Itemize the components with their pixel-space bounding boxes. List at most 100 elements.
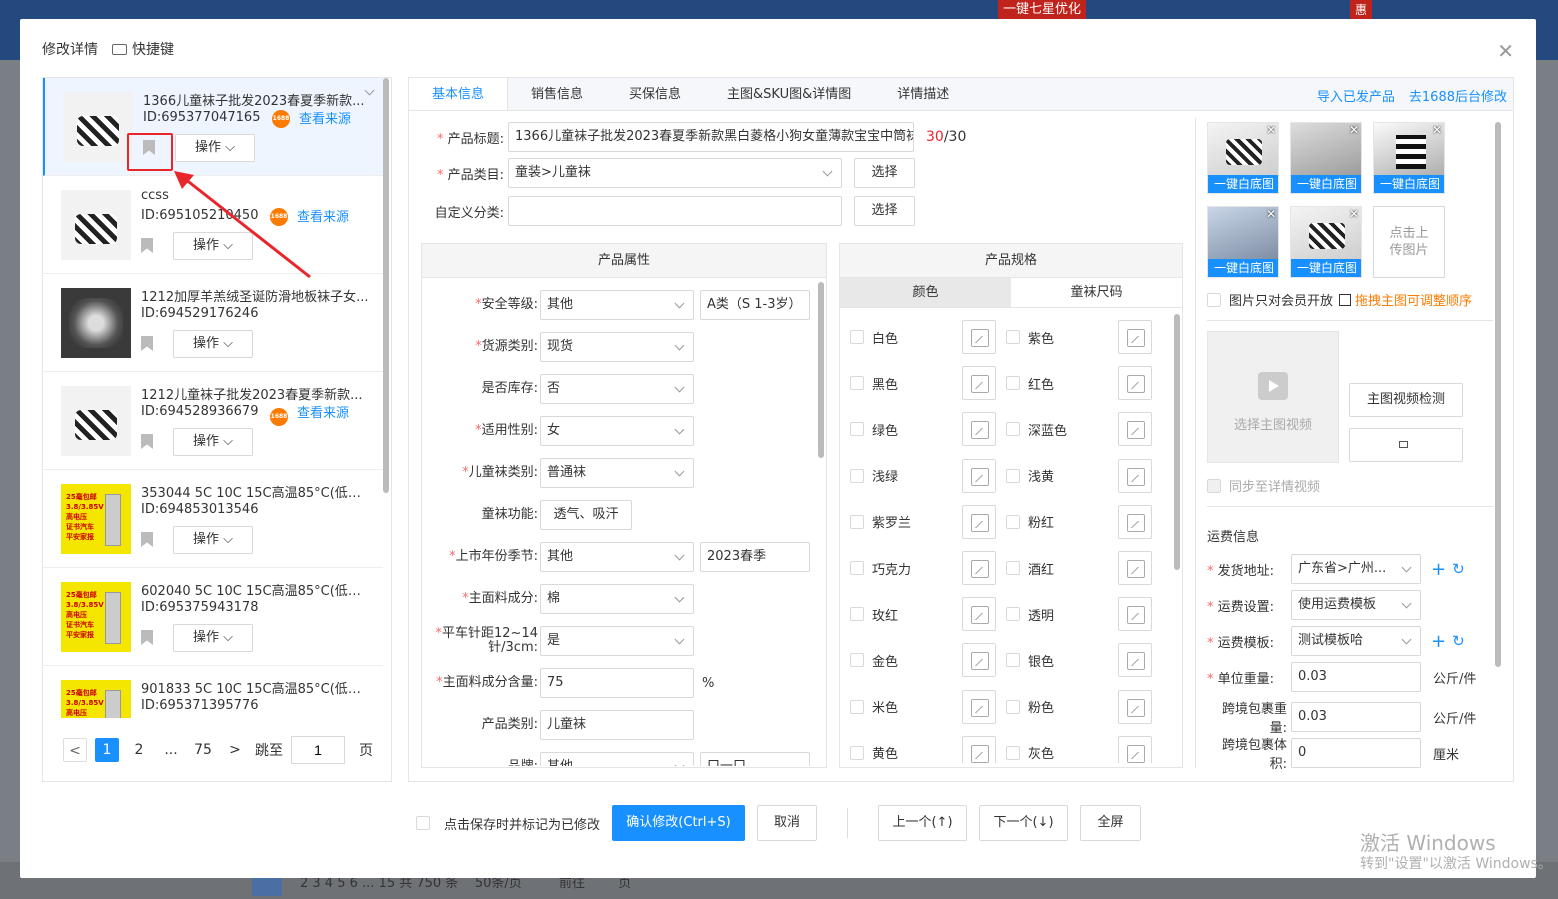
- color-checkbox[interactable]: [1006, 376, 1020, 391]
- color-checkbox[interactable]: [850, 376, 864, 391]
- white-background-button[interactable]: 一键白底图: [1208, 175, 1278, 193]
- view-source-link[interactable]: 查看来源: [299, 108, 351, 127]
- form-scrollbar[interactable]: [1495, 122, 1501, 667]
- list-item[interactable]: 1366儿童袜子批发2023春夏季新款... ID:695377047165 168…: [43, 78, 383, 176]
- upload-image-button[interactable]: 点击上传图片: [1373, 206, 1445, 278]
- operations-dropdown[interactable]: 操作 ⌵: [173, 330, 253, 358]
- prev-page-button[interactable]: <: [63, 738, 87, 762]
- color-checkbox[interactable]: [850, 699, 864, 714]
- operations-dropdown[interactable]: 操作 ⌵: [175, 134, 255, 162]
- image-placeholder-icon[interactable]: [962, 458, 996, 493]
- attribute-select[interactable]: 其他: [540, 290, 694, 320]
- edit-on-1688-link[interactable]: 去1688后台修改: [1409, 86, 1507, 105]
- attribute-select[interactable]: 是: [540, 626, 694, 656]
- main-image[interactable]: ✕ 一键白底图: [1207, 206, 1279, 278]
- tab-sock-size[interactable]: 童袜尺码: [1011, 278, 1182, 307]
- white-background-button[interactable]: 一键白底图: [1374, 175, 1444, 193]
- image-placeholder-icon[interactable]: [1118, 735, 1152, 763]
- cancel-button[interactable]: 取消: [757, 805, 818, 841]
- image-placeholder-icon[interactable]: [1118, 320, 1152, 354]
- image-placeholder-icon[interactable]: [1118, 597, 1152, 632]
- color-checkbox[interactable]: [1006, 699, 1020, 714]
- image-placeholder-icon[interactable]: [1118, 504, 1152, 539]
- attribute-select[interactable]: 棉: [540, 584, 694, 614]
- image-placeholder-icon[interactable]: [1118, 551, 1152, 585]
- custom-category-input[interactable]: [508, 196, 842, 226]
- attribute-select[interactable]: 其他: [540, 542, 694, 572]
- attribute-input[interactable]: 儿童袜: [540, 710, 694, 740]
- bookmark-icon[interactable]: [141, 630, 153, 645]
- image-placeholder-icon[interactable]: [962, 597, 996, 632]
- bookmark-icon[interactable]: [141, 336, 153, 351]
- shortcut-button[interactable]: 快捷键: [112, 39, 174, 59]
- attribute-select[interactable]: 现货: [540, 332, 694, 362]
- fullscreen-button[interactable]: 全屏: [1080, 805, 1142, 841]
- tab-color[interactable]: 颜色: [840, 278, 1011, 307]
- attribute-input[interactable]: 75: [540, 668, 694, 698]
- shipping-select[interactable]: 使用运费模板: [1291, 590, 1421, 620]
- import-published-link[interactable]: 导入已发产品: [1317, 86, 1395, 105]
- list-item[interactable]: 25毫包邮 3.8/3.85V 高电压 证书汽车 平安家报 602040 5C 1…: [43, 568, 383, 666]
- remove-image-icon[interactable]: ✕: [1349, 207, 1359, 221]
- shipping-select[interactable]: 广东省>广州...: [1291, 554, 1421, 584]
- color-checkbox[interactable]: [1006, 653, 1020, 668]
- operations-dropdown[interactable]: 操作 ⌵: [173, 624, 253, 652]
- tab-basic-info[interactable]: 基本信息: [409, 78, 509, 110]
- attributes-scrollbar[interactable]: [818, 282, 824, 458]
- confirm-button[interactable]: 确认修改(Ctrl+S): [612, 805, 746, 841]
- operations-dropdown[interactable]: 操作 ⌵: [173, 526, 253, 554]
- image-placeholder-icon[interactable]: [962, 366, 996, 401]
- main-image[interactable]: ✕ 一键白底图: [1290, 122, 1362, 194]
- category-select[interactable]: 童装>儿童袜: [508, 158, 842, 188]
- main-image[interactable]: ✕ 一键白底图: [1207, 122, 1279, 194]
- operations-dropdown[interactable]: 操作 ⌵: [173, 428, 253, 456]
- title-input[interactable]: 1366儿童袜子批发2023春夏季新款黑白菱格小狗女童薄款宝宝中筒袜: [508, 122, 914, 152]
- product-list-scrollbar[interactable]: [383, 78, 389, 493]
- members-only-checkbox[interactable]: [1207, 292, 1221, 307]
- color-checkbox[interactable]: [850, 514, 864, 529]
- remove-image-icon[interactable]: ✕: [1349, 123, 1359, 137]
- color-checkbox[interactable]: [1006, 330, 1020, 344]
- remove-image-icon[interactable]: ✕: [1266, 123, 1276, 137]
- attribute-select[interactable]: 其他: [540, 752, 694, 766]
- color-checkbox[interactable]: [850, 422, 864, 437]
- shipping-select[interactable]: 测试模板哈: [1291, 626, 1421, 656]
- make-video-button[interactable]: [1349, 428, 1463, 462]
- image-placeholder-icon[interactable]: [962, 689, 996, 724]
- color-checkbox[interactable]: [1006, 561, 1020, 575]
- mark-modified-checkbox[interactable]: [416, 816, 430, 830]
- tab-description[interactable]: 详情描述: [874, 78, 972, 110]
- color-checkbox[interactable]: [1006, 422, 1020, 437]
- shipping-input[interactable]: 0.03: [1291, 662, 1421, 692]
- image-placeholder-icon[interactable]: [962, 643, 996, 678]
- list-item[interactable]: 25毫包邮 3.8/3.85V 高电压 证书汽车 平安家报 901833 5C 1…: [43, 666, 383, 718]
- page-2[interactable]: 2: [127, 738, 151, 762]
- page-75[interactable]: 75: [191, 738, 215, 762]
- image-placeholder-icon[interactable]: [1118, 643, 1152, 678]
- bookmark-icon[interactable]: [141, 238, 153, 253]
- next-item-button[interactable]: 下一个(↓): [979, 805, 1069, 841]
- tab-buyer-protection[interactable]: 买保信息: [606, 78, 704, 110]
- color-checkbox[interactable]: [850, 561, 864, 575]
- color-checkbox[interactable]: [850, 653, 864, 668]
- image-placeholder-icon[interactable]: [962, 504, 996, 539]
- color-checkbox[interactable]: [1006, 468, 1020, 483]
- attribute-select[interactable]: 否: [540, 374, 694, 404]
- attribute-select[interactable]: 普通袜: [540, 458, 694, 488]
- attribute-tag[interactable]: 透气、吸汗: [540, 500, 632, 530]
- category-choose-button[interactable]: 选择: [854, 158, 915, 188]
- main-image[interactable]: ✕ 一键白底图: [1290, 206, 1362, 278]
- main-image[interactable]: ✕ 一键白底图: [1373, 122, 1445, 194]
- close-icon[interactable]: ✕: [1497, 39, 1514, 63]
- bookmark-icon[interactable]: [141, 434, 153, 449]
- white-background-button[interactable]: 一键白底图: [1291, 259, 1361, 277]
- image-placeholder-icon[interactable]: [962, 412, 996, 447]
- next-page-button[interactable]: >: [223, 738, 247, 762]
- list-item[interactable]: 1212加厚羊羔绒圣诞防滑地板袜子女... ID:694529176246 操作 ⌵: [43, 274, 383, 372]
- color-checkbox[interactable]: [1006, 745, 1020, 760]
- bookmark-icon[interactable]: [141, 532, 153, 547]
- remove-image-icon[interactable]: ✕: [1266, 207, 1276, 221]
- list-item[interactable]: 1212儿童袜子批发2023春夏季新款... ID:694528936679 168…: [43, 372, 383, 470]
- sync-video-checkbox[interactable]: [1207, 478, 1221, 493]
- attribute-extra-input[interactable]: 口一口: [700, 752, 810, 766]
